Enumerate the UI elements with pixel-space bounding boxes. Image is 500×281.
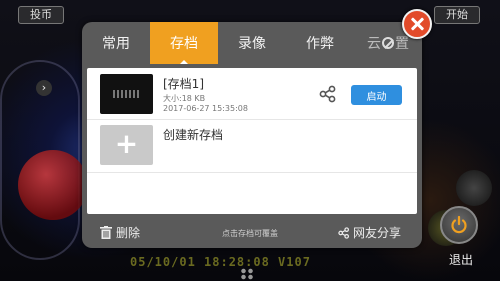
tab-common[interactable]: 常用	[82, 22, 150, 64]
share-icon	[338, 226, 349, 239]
game-screen-text: 05/10/01 18:28:08 V107	[130, 255, 311, 269]
plus-icon: +	[100, 125, 153, 165]
share-icon[interactable]	[319, 85, 337, 103]
trash-icon	[100, 226, 112, 239]
save-size: 大小:18 KB	[163, 94, 206, 103]
coin-button[interactable]: 投币	[18, 6, 64, 24]
share-label: 网友分享	[353, 226, 402, 240]
save-list: [存档1] 大小:18 KB 2017-06-27 15:35:08 启动 + …	[87, 68, 417, 214]
save-thumbnail	[100, 74, 153, 114]
tab-recording[interactable]: 录像	[218, 22, 286, 64]
tab-cloud-label-b: 置	[395, 36, 409, 52]
chevron-left-icon[interactable]: ›	[36, 80, 52, 96]
close-icon[interactable]	[402, 9, 432, 39]
save-dialog: 常用 存档 录像 作弊 云 置 [存档1] 大小:18 KB 2017-06-2…	[82, 22, 422, 248]
netizen-share-button[interactable]: 网友分享	[338, 224, 401, 241]
tab-cloud-label-a: 云	[367, 36, 381, 52]
tab-bar: 常用 存档 录像 作弊 云 置	[82, 22, 422, 64]
menu-dots-icon[interactable]	[240, 268, 254, 280]
tab-cheat[interactable]: 作弊	[286, 22, 354, 64]
joystick-ball[interactable]	[18, 150, 88, 220]
save-time: 2017-06-27 15:35:08	[163, 104, 248, 113]
delete-button[interactable]: 删除	[100, 224, 140, 241]
action-button-a[interactable]	[456, 170, 492, 206]
power-icon	[451, 216, 467, 234]
overwrite-hint: 点击存档可覆盖	[222, 229, 278, 238]
save-title: [存档1]	[163, 77, 204, 91]
start-button[interactable]: 开始	[434, 6, 480, 24]
delete-label: 删除	[116, 226, 141, 240]
create-save-item[interactable]: + 创建新存档	[87, 121, 417, 173]
dialog-footer: 删除 点击存档可覆盖 网友分享	[82, 218, 422, 248]
tab-saves[interactable]: 存档	[150, 22, 218, 64]
save-item[interactable]: [存档1] 大小:18 KB 2017-06-27 15:35:08 启动	[87, 68, 417, 120]
exit-label: 退出	[449, 253, 474, 267]
exit-button[interactable]	[440, 206, 478, 244]
no-sign-icon	[382, 37, 394, 49]
launch-button[interactable]: 启动	[351, 85, 402, 105]
create-save-label: 创建新存档	[163, 128, 224, 142]
